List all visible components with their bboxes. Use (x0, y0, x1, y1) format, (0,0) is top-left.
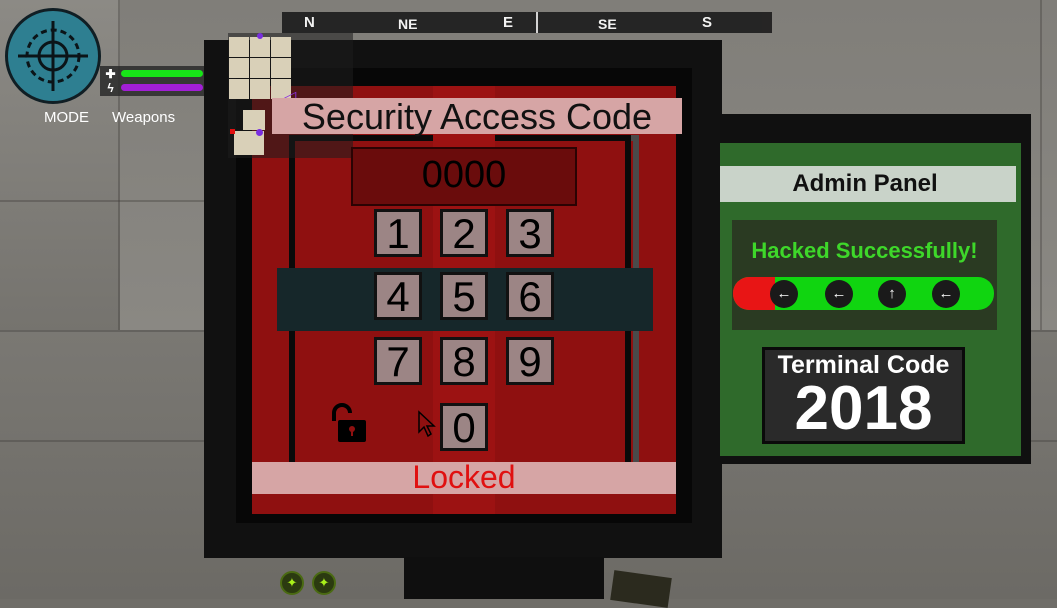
crosshair-icon (18, 21, 88, 91)
minimap-room (271, 58, 291, 78)
minimap-room (229, 58, 249, 78)
minimap-room (243, 110, 265, 130)
compass-east: E (503, 14, 514, 31)
energy-bolt-icon: ϟ (107, 81, 114, 95)
health-bar (121, 70, 203, 77)
up-arrow-icon[interactable]: ↑ (878, 280, 906, 308)
minimap-room (271, 37, 291, 57)
weapons-label[interactable]: Weapons (112, 109, 175, 126)
ability-slot-icon[interactable]: ✦ (280, 571, 304, 595)
minimap-room (250, 58, 270, 78)
left-arrow-icon[interactable]: ← (825, 280, 853, 308)
mode-label[interactable]: MODE (44, 109, 89, 126)
radar (5, 8, 101, 104)
left-arrow-icon[interactable]: ← (932, 280, 960, 308)
keypad-key-4[interactable]: 4 (374, 272, 422, 320)
compass-heading-marker (536, 12, 538, 33)
minimap-room (250, 79, 270, 99)
minimap-marker (257, 33, 263, 39)
minimap-marker (256, 129, 263, 136)
keypad-key-8[interactable]: 8 (440, 337, 488, 385)
compass-bar: N NE E SE S (282, 12, 772, 33)
left-arrow-icon[interactable]: ← (770, 280, 798, 308)
wall-seam (118, 0, 120, 330)
health-plus-icon: ✚ (105, 67, 116, 81)
minimap-room (229, 37, 249, 57)
keypad-key-3[interactable]: 3 (506, 209, 554, 257)
hack-status: Hacked Successfully! (751, 238, 978, 263)
compass-north: N (304, 14, 315, 31)
minimap-room (229, 79, 249, 99)
lock-status: Locked (412, 459, 516, 495)
keypad-key-1[interactable]: 1 (374, 209, 422, 257)
keypad-key-5[interactable]: 5 (440, 272, 488, 320)
compass-southeast: SE (598, 16, 617, 32)
keypad-key-2[interactable]: 2 (440, 209, 488, 257)
compass-south: S (702, 14, 713, 31)
cursor-arrow-icon (418, 410, 436, 438)
admin-title: Admin Panel (792, 170, 938, 197)
hack-box (732, 220, 997, 330)
energy-bar (121, 84, 203, 91)
keypad-key-9[interactable]: 9 (506, 337, 554, 385)
keypad-key-6[interactable]: 6 (506, 272, 554, 320)
minimap-room (250, 37, 270, 57)
hack-sequence-start (733, 277, 775, 310)
security-title: Security Access Code (301, 96, 653, 137)
compass-northeast: NE (398, 16, 418, 32)
code-value: 0000 (421, 154, 507, 196)
keypad-key-7[interactable]: 7 (374, 337, 422, 385)
lock-open-icon[interactable] (328, 403, 368, 443)
keypad-key-0[interactable]: 0 (440, 403, 488, 451)
minimap-marker (230, 129, 235, 134)
wall-seam (1040, 0, 1042, 330)
terminal-code-value: 2018 (794, 374, 933, 443)
ability-slot-icon[interactable]: ✦ (312, 571, 336, 595)
terminal-stand (404, 557, 604, 599)
